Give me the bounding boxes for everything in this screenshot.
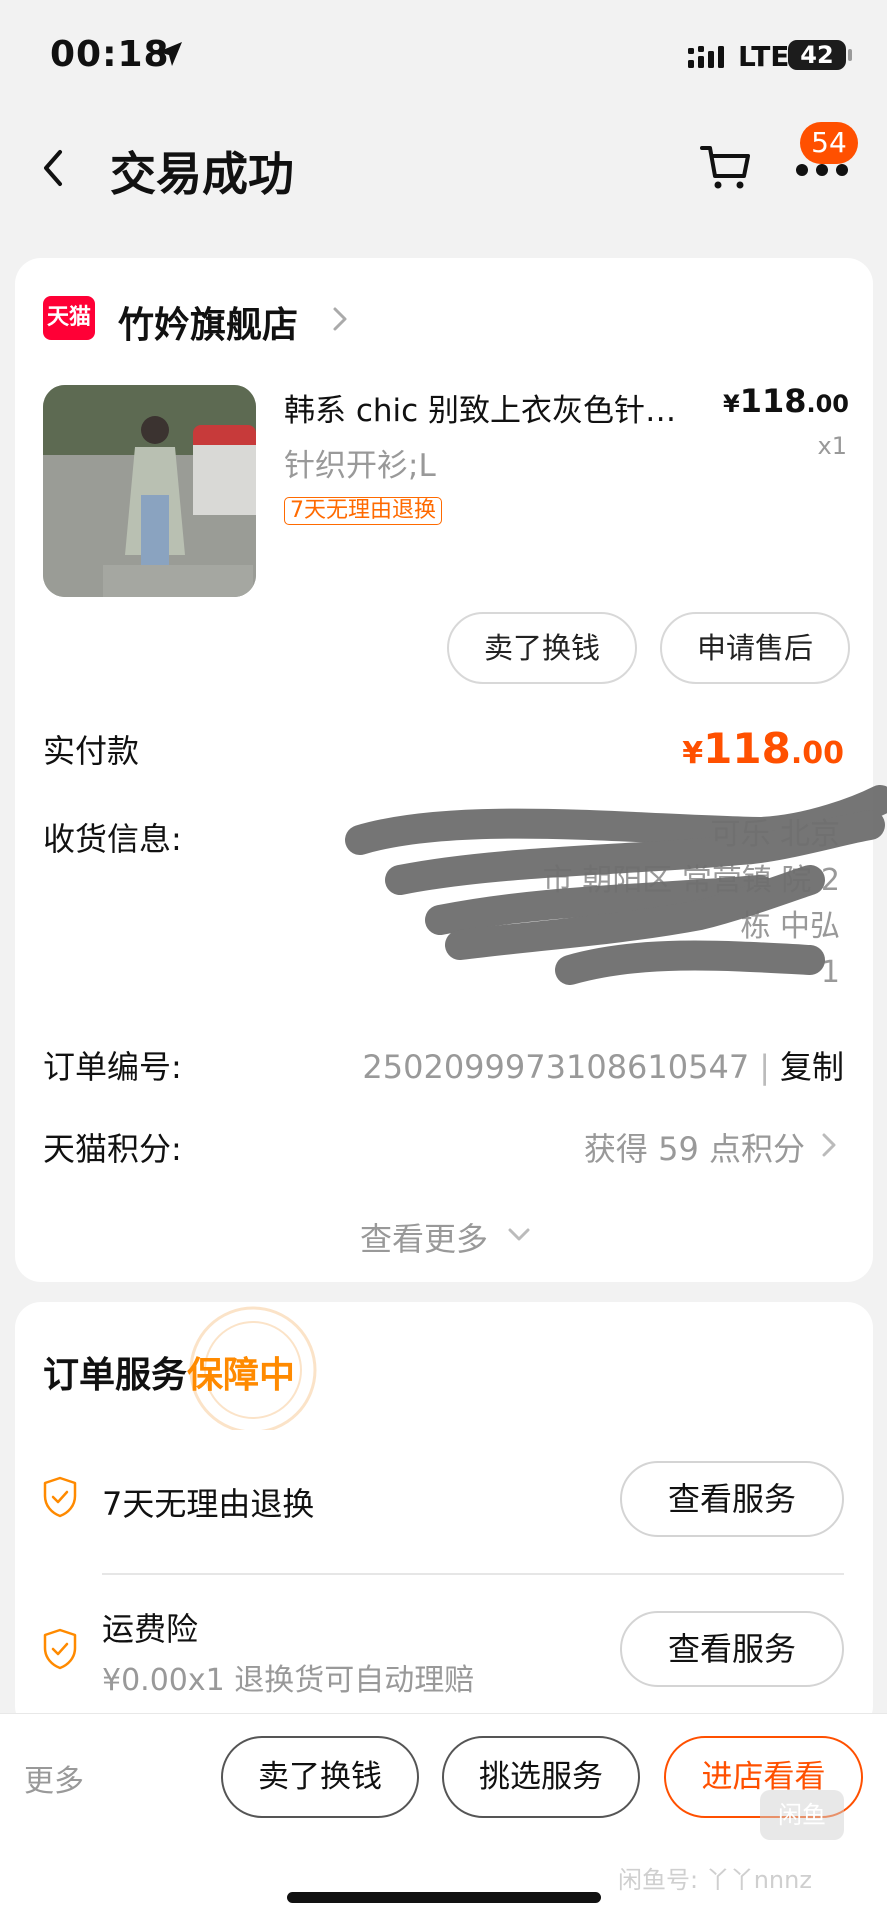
- service-name: 运费险: [102, 1610, 199, 1648]
- sell-item-button[interactable]: 卖了换钱: [447, 612, 637, 684]
- service-description: ¥0.00x1 退换货可自动理赔: [102, 1663, 475, 1698]
- delivery-label: 收货信息:: [43, 820, 182, 858]
- product-sku: 针织开衫;L: [284, 448, 436, 484]
- battery-level: 42: [800, 41, 834, 69]
- shop-name[interactable]: 竹妗旗舰店: [118, 296, 298, 348]
- watermark-logo: 闲鱼: [760, 1790, 844, 1840]
- service-name: 7天无理由退换: [102, 1485, 315, 1523]
- home-indicator[interactable]: [287, 1892, 601, 1903]
- chevron-right-icon[interactable]: [330, 304, 350, 334]
- view-service-button[interactable]: 查看服务: [620, 1611, 844, 1687]
- paid-int: 118: [703, 724, 791, 773]
- more-dots-icon[interactable]: [794, 162, 850, 178]
- paid-dec: .00: [790, 736, 844, 771]
- sell-item-bottom-button[interactable]: 卖了换钱: [221, 1736, 419, 1818]
- product-price: ¥118.00: [723, 382, 849, 420]
- product-price-symbol: ¥: [722, 390, 740, 418]
- product-photo: [43, 385, 256, 597]
- status-bar: 00:18 LTE 42: [0, 0, 887, 110]
- divider: [102, 1573, 844, 1575]
- after-sale-button[interactable]: 申请售后: [660, 612, 850, 684]
- pick-service-button[interactable]: 挑选服务: [442, 1736, 640, 1818]
- chevron-down-icon[interactable]: [506, 1226, 532, 1244]
- services-title: 订单服务保障中: [43, 1346, 295, 1398]
- product-title[interactable]: 韩系 chic 别致上衣灰色针织开衫: [284, 385, 704, 430]
- notification-badge: 54: [800, 122, 858, 164]
- product-quantity: x1: [817, 432, 847, 460]
- page-title: 交易成功: [110, 147, 294, 201]
- services-status: 保障中: [187, 1355, 296, 1396]
- points-value[interactable]: 获得 59 点积分: [584, 1124, 805, 1170]
- redaction-scribble: [345, 785, 887, 985]
- watermark-text: 闲鱼号: 丫丫nnnz: [618, 1866, 812, 1894]
- order-number-label: 订单编号:: [43, 1048, 182, 1086]
- cart-icon[interactable]: [700, 142, 752, 192]
- view-more-button[interactable]: 查看更多: [360, 1214, 488, 1260]
- view-service-button[interactable]: 查看服务: [620, 1461, 844, 1537]
- product-price-int: 118: [739, 382, 807, 420]
- more-actions-button[interactable]: 更多: [24, 1756, 84, 1800]
- paid-symbol: ¥: [682, 736, 704, 771]
- product-price-dec: .00: [806, 390, 849, 418]
- services-title-text: 订单服务: [43, 1355, 188, 1396]
- chevron-right-icon[interactable]: [820, 1130, 838, 1160]
- shield-check-icon: [43, 1628, 77, 1670]
- network-type: LTE: [738, 40, 790, 73]
- signal-icon: [688, 46, 724, 68]
- order-number-separator: |: [759, 1048, 770, 1086]
- tmall-logo: 天猫: [43, 296, 95, 340]
- order-number: 2502099973108610547 | 复制: [362, 1042, 844, 1088]
- product-thumbnail[interactable]: [43, 385, 256, 597]
- back-arrow-icon[interactable]: [36, 144, 68, 192]
- return-policy-tag: 7天无理由退换: [284, 497, 442, 525]
- order-number-value: 2502099973108610547: [362, 1048, 750, 1086]
- paid-label: 实付款: [43, 732, 140, 770]
- copy-order-button[interactable]: 复制: [780, 1048, 844, 1086]
- battery-icon: 42: [788, 40, 846, 70]
- location-arrow-icon: [158, 42, 182, 66]
- battery-tip: [848, 49, 852, 61]
- points-label: 天猫积分:: [43, 1130, 182, 1168]
- shield-check-icon: [43, 1476, 77, 1518]
- status-time: 00:18: [50, 34, 170, 75]
- paid-amount: ¥118.00: [682, 724, 844, 773]
